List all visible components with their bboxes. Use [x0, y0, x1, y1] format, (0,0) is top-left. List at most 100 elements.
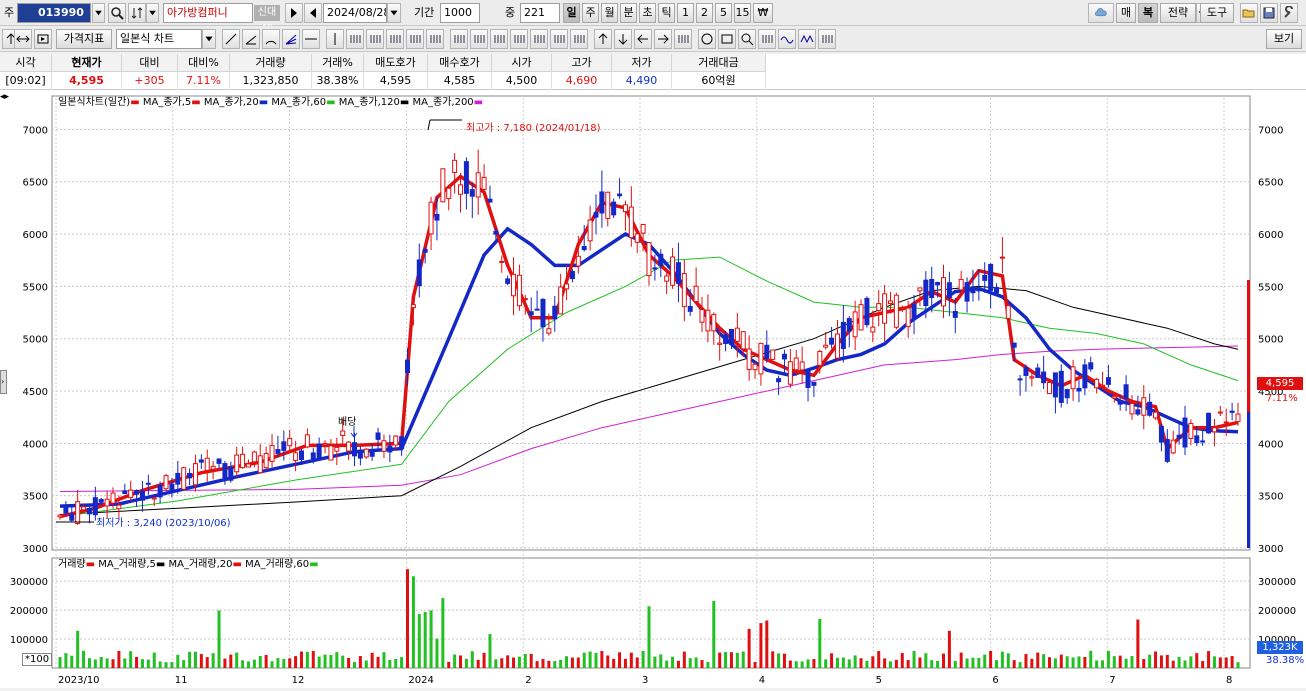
edit-icon[interactable]	[570, 29, 588, 49]
candle-body	[257, 455, 263, 474]
prev-stock-icon[interactable]	[304, 3, 322, 23]
count-input[interactable]: 221	[520, 3, 560, 23]
candle-body	[1158, 425, 1164, 443]
horizontal-line-icon[interactable]	[302, 29, 320, 49]
timeframe-button-3[interactable]: 분	[620, 3, 637, 23]
channel-icon[interactable]	[386, 29, 404, 49]
volume-bar	[140, 659, 144, 668]
chart-type-dropdown-icon[interactable]	[202, 29, 216, 49]
volume-bar	[170, 662, 174, 668]
eraser-icon[interactable]	[510, 29, 528, 49]
timeframe-button-10[interactable]: ₩	[753, 3, 773, 23]
zoom-icon[interactable]	[738, 29, 756, 49]
tools-button[interactable]: 도구	[1200, 3, 1234, 23]
price-range-bar-high	[1247, 280, 1250, 412]
sort-icon[interactable]	[128, 3, 146, 23]
circle-icon[interactable]	[698, 29, 716, 49]
volume-bar	[470, 651, 474, 668]
volume-bar	[523, 653, 527, 668]
chart-area[interactable]: 7000 7000 6500 6500 6000 6000 5500 5500 5000 5000…	[0, 90, 1306, 688]
toolbar-button-1[interactable]: 복	[1138, 3, 1158, 23]
dividend-annotation: 배당	[338, 417, 357, 428]
candle-body	[1094, 378, 1100, 389]
current-price-tag: 4,595	[1257, 377, 1303, 390]
timeframe-button-7[interactable]: 2	[696, 3, 713, 23]
volume-bar	[1065, 656, 1069, 668]
timeframe-button-5[interactable]: 틱	[658, 3, 675, 23]
candle-body	[652, 267, 658, 270]
arc-icon[interactable]	[262, 29, 280, 49]
date-input[interactable]: 2024/08/28	[323, 3, 387, 23]
timeframe-button-2[interactable]: 월	[601, 3, 618, 23]
view-button[interactable]: 보기	[1266, 29, 1302, 49]
chart-type-select[interactable]: 일본식 차트	[116, 29, 202, 49]
toolbar-button-0[interactable]: 매	[1116, 3, 1136, 23]
parallel-lines-icon[interactable]	[406, 29, 424, 49]
candle-body	[605, 191, 611, 219]
candle-body	[428, 201, 434, 235]
volume-bar	[217, 610, 221, 668]
volume-bar	[1118, 655, 1122, 668]
candle-body	[970, 287, 976, 294]
fan-icon[interactable]	[282, 29, 300, 49]
save-icon[interactable]	[1260, 3, 1278, 23]
period-input[interactable]: 1000	[440, 3, 480, 23]
timeframe-button-9[interactable]: 15	[734, 3, 751, 23]
cross-line-icon[interactable]	[450, 29, 468, 49]
timeframe-button-6[interactable]: 1	[677, 3, 694, 23]
oscillator-icon[interactable]	[798, 29, 816, 49]
pitchfork-icon[interactable]	[426, 29, 444, 49]
timeframe-button-8[interactable]: 5	[715, 3, 732, 23]
sort-dropdown-icon[interactable]	[146, 3, 159, 23]
settings-wrench-icon[interactable]	[1280, 3, 1298, 23]
trend-line-icon[interactable]	[222, 29, 240, 49]
open-folder-icon[interactable]	[1240, 3, 1258, 23]
export-icon[interactable]	[674, 29, 692, 49]
text-box-icon[interactable]	[530, 29, 548, 49]
search-icon[interactable]	[108, 3, 126, 23]
candle-body	[834, 333, 840, 359]
volume-bar	[706, 661, 710, 668]
horizontal-arrow-icon[interactable]	[14, 29, 32, 49]
right-arrow-icon[interactable]	[654, 29, 672, 49]
left-panel-toggle[interactable]: ›	[0, 370, 7, 394]
up-arrow-icon[interactable]	[594, 29, 612, 49]
layout-icon[interactable]	[34, 29, 52, 49]
strategy-button[interactable]: 전략	[1160, 3, 1196, 23]
magic-zoom-icon[interactable]	[758, 29, 776, 49]
market-type-label: 주	[4, 6, 15, 19]
grid-lines-icon[interactable]	[366, 29, 384, 49]
scroll-arrows-icon[interactable]: ◂▸	[0, 92, 14, 103]
vertical-line-icon[interactable]	[326, 29, 344, 49]
volume-bar	[606, 655, 610, 668]
chart-canvas[interactable]: 7000 7000 6500 6500 6000 6000 5500 5500 5000 5000…	[0, 90, 1306, 688]
candle-body	[693, 285, 699, 303]
date-dropdown-icon[interactable]	[387, 3, 401, 23]
next-stock-icon[interactable]	[285, 3, 303, 23]
code-dropdown-icon[interactable]	[92, 3, 105, 23]
volume-bar	[712, 600, 716, 668]
rectangle-icon[interactable]	[718, 29, 736, 49]
left-arrow-icon[interactable]	[634, 29, 652, 49]
timeframe-button-1[interactable]: 주	[582, 3, 599, 23]
indicator-button[interactable]: 가격지표	[56, 29, 112, 49]
wave-icon[interactable]	[778, 29, 796, 49]
highlighter-icon[interactable]	[490, 29, 508, 49]
down-arrow-icon[interactable]	[614, 29, 632, 49]
timeframe-button-0[interactable]: 일	[563, 3, 580, 23]
volume-bar	[894, 659, 898, 668]
pencil-icon[interactable]	[470, 29, 488, 49]
info-value-8: 4,500	[492, 72, 552, 90]
volume-bar	[411, 576, 415, 668]
volume-bar	[70, 655, 74, 668]
timeframe-button-4[interactable]: 초	[639, 3, 656, 23]
price-tick-left: 6500	[23, 178, 48, 189]
volume-bar	[364, 660, 368, 668]
angle-line-icon[interactable]	[242, 29, 260, 49]
fibonacci-icon[interactable]	[346, 29, 364, 49]
cloud-icon[interactable]	[1088, 3, 1114, 23]
shortcut-icon[interactable]	[818, 29, 836, 49]
note-icon[interactable]	[550, 29, 568, 49]
stock-code-input[interactable]: 013990	[17, 3, 91, 23]
candle-body	[1011, 342, 1017, 348]
